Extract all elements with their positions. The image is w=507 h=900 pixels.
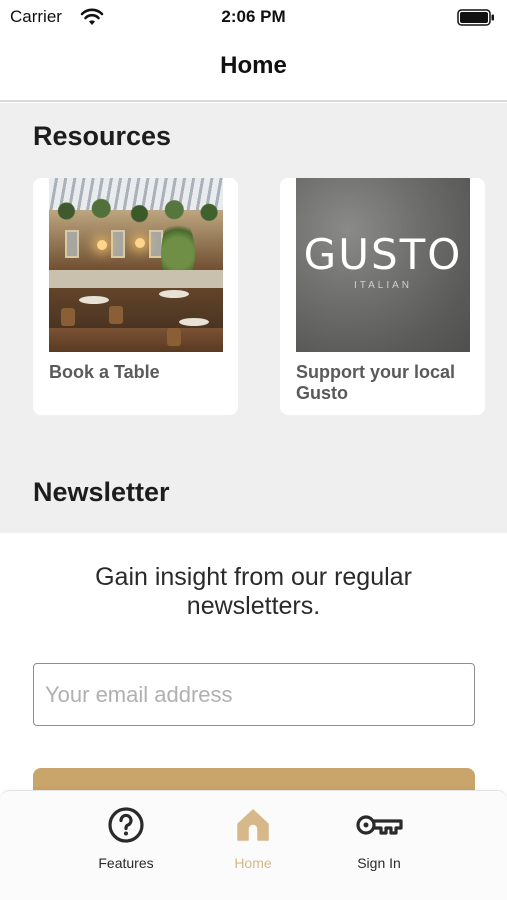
battery-icon — [457, 9, 494, 26]
tab-features-label: Features — [98, 855, 154, 871]
book-a-table-card[interactable]: Book a Table — [33, 178, 238, 415]
status-bar: Carrier 2:06 PM — [0, 0, 507, 36]
tab-bar: Features Home Sign In — [0, 790, 507, 892]
restaurant-interior-image — [49, 178, 223, 352]
clock: 2:06 PM — [221, 7, 286, 26]
tab-sign-in[interactable]: Sign In — [329, 803, 429, 883]
support-local-gusto-card[interactable]: GUSTO ITALIAN Support your local Gusto — [280, 178, 485, 415]
navigation-bar: Home — [0, 36, 507, 102]
home-icon — [237, 809, 269, 841]
gusto-logo-word: GUSTO — [303, 230, 463, 279]
tab-features[interactable]: Features — [76, 803, 176, 883]
page-title: Home — [220, 52, 287, 79]
book-a-table-label: Book a Table — [49, 362, 160, 382]
email-field[interactable] — [33, 663, 475, 726]
gusto-logo-image: GUSTO ITALIAN — [296, 178, 470, 352]
key-icon — [356, 815, 403, 835]
resources-section: Resources Book a Table GUSTO ITALIAN Sup… — [0, 103, 507, 533]
resources-heading: Resources — [33, 121, 172, 151]
home-indicator-area — [0, 892, 507, 900]
question-circle-icon — [108, 807, 144, 843]
gusto-logo-subtitle: ITALIAN — [353, 280, 413, 291]
newsletter-description: Gain insight from our regular newsletter… — [95, 563, 412, 620]
newsletter-heading: Newsletter — [33, 477, 170, 507]
tab-home-label: Home — [234, 855, 272, 871]
tab-sign-in-label: Sign In — [357, 855, 401, 871]
tab-home[interactable]: Home — [203, 803, 303, 883]
support-local-gusto-label: Support your local Gusto — [296, 362, 456, 403]
